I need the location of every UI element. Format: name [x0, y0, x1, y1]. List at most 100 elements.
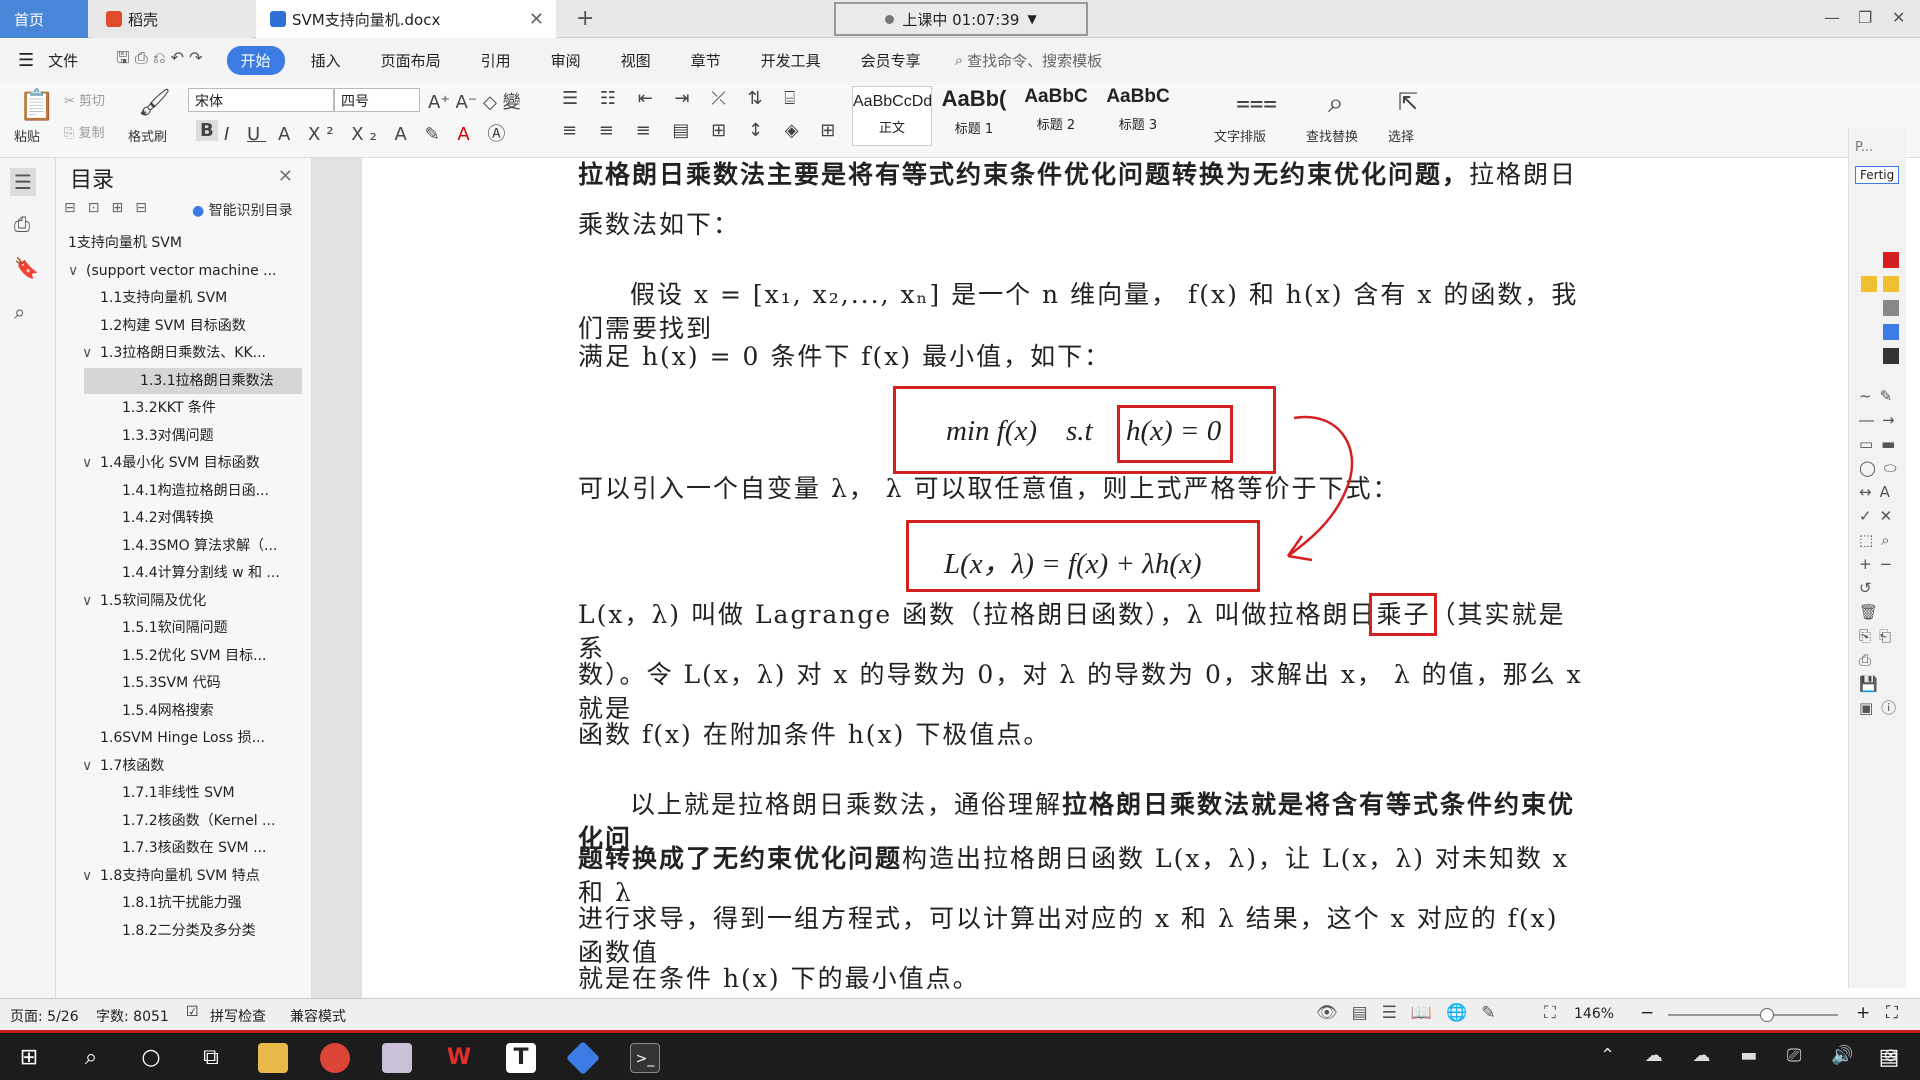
select-button[interactable]: 选择 [1388, 126, 1414, 145]
chevron-down-icon[interactable]: ▼ [1027, 12, 1036, 26]
toc-item[interactable]: ∨ 1.5软间隔及优化 [56, 588, 296, 614]
menu-home[interactable]: 开始 [226, 45, 285, 75]
style-heading3[interactable]: AaBbC 标题 3 [1098, 86, 1178, 146]
system-tray-icons[interactable]: ⌃ ☁ ☁ ▬ ⎚ 🔊 ⊗ [1600, 1045, 1910, 1066]
chevron-down-icon[interactable]: ∨ [82, 340, 100, 366]
chevron-down-icon[interactable]: ∨ [82, 753, 100, 779]
chevron-down-icon[interactable]: ∨ [68, 258, 86, 284]
toc-item[interactable]: 1.5.1软间隔问题 [56, 615, 296, 641]
select-cursor-icon[interactable]: ⇱ [1398, 88, 1418, 116]
chevron-down-icon[interactable]: ∨ [82, 450, 100, 476]
app-blue-icon[interactable] [566, 1041, 600, 1075]
checkbox-icon[interactable]: ☑ [186, 1004, 199, 1020]
page-indicator[interactable]: 页面: 5/26 [10, 1006, 79, 1026]
toc-item[interactable]: 1.8.2二分类及多分类 [56, 918, 296, 944]
toc-tools-icon[interactable]: ⊟⊡⊞⊟ [64, 200, 159, 216]
color-swatch-yellow[interactable] [1861, 276, 1877, 292]
search-panel-icon[interactable]: ⌕ [14, 300, 25, 324]
new-tab-button[interactable]: + [576, 6, 594, 31]
toc-item[interactable]: 1.4.2对偶转换 [56, 505, 296, 531]
color-swatch-red[interactable] [1883, 252, 1899, 268]
zoom-level[interactable]: 146% [1574, 1006, 1614, 1022]
draw-tools-icon[interactable]: ∼✎ ―→ ▭▬ ◯⬭ ↔A ✓✕ ⬚⌕ +− ↺🗑 ⎘⎗ ⎙💾 ▣ⓘ [1859, 384, 1903, 720]
view-mode-icons[interactable]: 👁▤☰📖🌐✎ [1316, 1003, 1509, 1023]
chevron-down-icon[interactable]: ∨ [82, 588, 100, 614]
spell-check[interactable]: 拼写检查 [210, 1006, 266, 1026]
notification-icon[interactable]: ▤ [1874, 1043, 1904, 1073]
fertig-button[interactable]: Fertig [1855, 166, 1900, 184]
toc-item[interactable]: 1.4.1构造拉格朗日函... [56, 478, 296, 504]
find-replace-button[interactable]: 查找替换 [1306, 126, 1358, 145]
menu-member[interactable]: 会员专享 [847, 46, 935, 75]
menu-view[interactable]: 视图 [607, 46, 665, 75]
search-icon[interactable]: ⌕ [76, 1043, 106, 1073]
file-explorer-icon[interactable] [258, 1043, 288, 1073]
menu-chapter[interactable]: 章节 [677, 46, 735, 75]
style-heading1[interactable]: AaBb( 标题 1 [934, 86, 1014, 146]
tab-home[interactable]: 首页 [0, 0, 88, 38]
color-swatch-black[interactable] [1883, 348, 1899, 364]
clipboard-icon[interactable]: 📋 [18, 88, 55, 123]
font-name-select[interactable]: 宋体 [188, 88, 334, 112]
toc-item[interactable]: 1.7.3核函数在 SVM ... [56, 835, 296, 861]
toc-item[interactable]: 1.8.1抗干扰能力强 [56, 890, 296, 916]
hamburger-icon[interactable]: ☰ [18, 50, 34, 71]
wps-icon[interactable]: W [444, 1043, 474, 1073]
zoom-out-button[interactable]: − [1640, 1003, 1654, 1023]
toc-item[interactable]: ∨ 1.7核函数 [56, 753, 296, 779]
windows-start-icon[interactable]: ⊞ [14, 1043, 44, 1073]
bold-button[interactable]: B [196, 120, 218, 141]
minimize-button[interactable]: — [1824, 8, 1840, 27]
format-painter-button[interactable]: 格式刷 [128, 126, 167, 145]
align-tools-icon[interactable]: ≡ ≡ ≡ ▤ ⊞ ↕ ◈ ⊞ [562, 120, 843, 141]
toc-item[interactable]: ∨ 1.3拉格朗日乘数法、KK... [56, 340, 296, 366]
paint-app-icon[interactable] [382, 1043, 412, 1073]
bookmark-icon[interactable]: 🔖 [14, 256, 39, 280]
toc-item[interactable]: 1.5.4网格搜索 [56, 698, 296, 724]
font-grow-icon[interactable]: A⁺ A⁻ ◇ 變 [428, 88, 521, 114]
menu-insert[interactable]: 插入 [297, 46, 355, 75]
fullscreen-icon[interactable]: ⛶ [1886, 1003, 1898, 1023]
toc-item[interactable]: ∨ 1.4最小化 SVM 目标函数 [56, 450, 296, 476]
chevron-down-icon[interactable]: ∨ [82, 863, 100, 889]
text-format-icons[interactable]: I U A X² X₂ A ✎ A Ⓐ [224, 120, 511, 146]
typora-icon[interactable]: T [506, 1043, 536, 1073]
toc-item[interactable]: 1.6SVM Hinge Loss 损... [56, 725, 296, 751]
menu-file[interactable]: 文件 [34, 46, 92, 75]
tab-daoke[interactable]: 稻壳 [92, 0, 252, 38]
style-normal[interactable]: AaBbCcDd 正文 [852, 86, 932, 146]
toc-item[interactable]: 1.7.2核函数（Kernel ... [56, 808, 296, 834]
color-swatch-blue[interactable] [1883, 324, 1899, 340]
toc-item[interactable]: 1.3.2KKT 条件 [56, 395, 296, 421]
toc-item[interactable]: 1.5.2优化 SVM 目标... [56, 643, 296, 669]
toc-item[interactable]: 1.4.3SMO 算法求解（... [56, 533, 296, 559]
text-layout-button[interactable]: 文字排版 [1214, 126, 1266, 145]
word-count[interactable]: 字数: 8051 [96, 1006, 169, 1026]
format-painter-icon[interactable]: 🖌 [138, 88, 171, 118]
menu-review[interactable]: 审阅 [537, 46, 595, 75]
cortana-icon[interactable]: ○ [136, 1043, 166, 1073]
toc-item[interactable]: 1.2构建 SVM 目标函数 [56, 313, 296, 339]
copy-button[interactable]: ⎘ 复制 [64, 122, 105, 141]
tab-document[interactable]: SVM支持向量机.docx ✕ [256, 0, 556, 38]
toc-item[interactable]: 1支持向量机 SVM [56, 230, 296, 256]
toc-item[interactable]: 1.3.3对偶问题 [56, 423, 296, 449]
task-view-icon[interactable]: ⧉ [196, 1043, 226, 1073]
toc-item[interactable]: 1.7.1非线性 SVM [56, 780, 296, 806]
chrome-icon[interactable] [320, 1043, 350, 1073]
menu-layout[interactable]: 页面布局 [367, 46, 455, 75]
toc-panel-icon[interactable]: ☰ [10, 168, 36, 196]
color-swatch-gold[interactable] [1883, 276, 1899, 292]
close-window-button[interactable]: ✕ [1892, 8, 1905, 27]
close-icon[interactable]: ✕ [278, 166, 293, 187]
command-search[interactable]: 查找命令、搜索模板 [967, 50, 1102, 71]
zoom-slider[interactable] [1668, 1008, 1838, 1022]
maximize-button[interactable]: ❐ [1858, 8, 1872, 27]
quick-tools-icon[interactable]: 🖫 ⎙ ⎌ ↶ ↷ [116, 47, 202, 74]
toc-item[interactable]: 1.5.3SVM 代码 [56, 670, 296, 696]
menu-reference[interactable]: 引用 [467, 46, 525, 75]
fit-page-icon[interactable]: ⛶ [1544, 1003, 1556, 1023]
find-replace-icon[interactable]: ⌕ [1328, 86, 1344, 120]
zoom-in-button[interactable]: + [1856, 1003, 1870, 1023]
paragraph-tools-icon[interactable]: ☰ ☷ ⇤ ⇥ ⤫ ⇅ ⌸ [562, 88, 803, 109]
